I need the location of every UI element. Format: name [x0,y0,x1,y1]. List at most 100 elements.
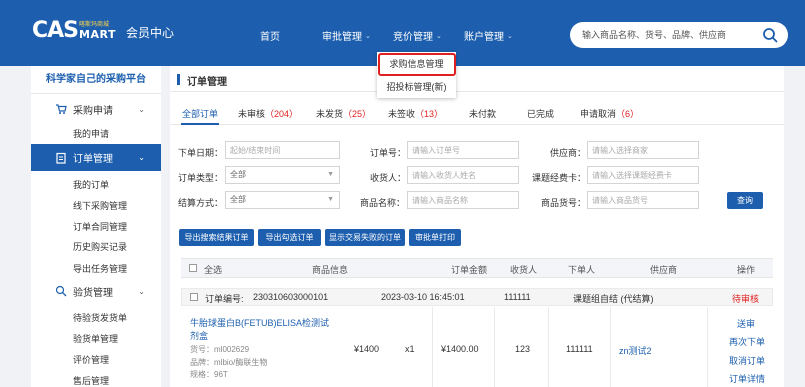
order-details-link[interactable]: 订单详情 [729,372,765,385]
order-checkbox[interactable] [190,293,198,301]
menu-item-tender-management[interactable]: 招投标管理(新) [377,77,456,97]
header-orderer: 下单人 [568,265,596,275]
nav-bidding[interactable]: 竞价管理 ⌄ [393,28,442,43]
product-price: ¥1400 [354,344,380,354]
order-amount: ¥1400.00 [441,344,479,354]
fund-card-label: 课题经费卡： [532,173,587,183]
receiver-input[interactable] [407,166,519,184]
tab-count: （13） [415,109,444,119]
caret-down-icon: ▼ [327,171,334,178]
highlight-box [378,53,456,76]
tab-count: （6） [616,109,640,119]
reorder-link[interactable]: 再次下单 [729,335,765,348]
search-icon[interactable] [762,27,778,43]
supplier-label: 供应商： [550,148,587,158]
tab-cancel-requests[interactable]: 申请取消（6） [580,107,639,120]
product-name-input[interactable] [407,191,519,209]
query-button[interactable]: 查询 [727,192,763,209]
export-search-results-button[interactable]: 导出搜索结果订单 [179,229,254,246]
sidebar-item-export-tasks[interactable]: 导出任务管理 [73,262,127,275]
order-date-input[interactable] [225,141,340,159]
submit-review-link[interactable]: 送审 [737,317,755,330]
sidebar-item-after-sales[interactable]: 售后管理 [73,374,109,387]
product-no-label: 商品货号： [541,198,587,208]
product-brand: 品牌：mlbio/酶联生物 [190,358,268,367]
nav-approval[interactable]: 审批管理 ⌄ [322,28,371,43]
order-no-label: 订单号： [370,148,407,158]
order-no-value: 230310603000101 [253,292,329,302]
sidebar-group-purchase[interactable]: 采购申请 ⌄ [31,98,161,120]
chevron-down-icon: ⌄ [138,286,145,296]
header-select-all: 全选 [204,265,223,275]
settle-method-select[interactable]: 全部 ▼ [225,191,340,209]
product-name-label: 商品名称： [360,198,406,208]
print-approval-button[interactable]: 审批单打印 [409,229,461,246]
order-type-select[interactable]: 全部 ▼ [225,166,340,184]
product-no-input[interactable] [587,191,699,209]
nav-home[interactable]: 首页 [260,28,280,43]
order-buyer: 111111 [566,344,593,354]
order-date-label: 下单日期： [178,148,224,158]
fund-card-input[interactable] [587,166,699,184]
logo-mark: CAS [32,18,79,43]
chevron-down-icon: ⌄ [436,32,442,40]
member-center-label: 会员中心 [125,25,174,40]
sidebar-item-purchase-history[interactable]: 历史购买记录 [73,240,127,253]
sidebar-item-pending-inspection[interactable]: 待验货发货单 [73,311,127,324]
page-title: 订单管理 [187,77,227,88]
sidebar-item-offline-purchase[interactable]: 线下采购管理 [73,199,127,212]
sidebar-item-my-orders[interactable]: 我的订单 [73,178,109,191]
sidebar-item-my-applications[interactable]: 我的申请 [73,127,109,140]
header-receiver: 收货人 [510,265,538,275]
sidebar-group-orders[interactable]: 订单管理 ⌄ [31,144,161,171]
select-all-checkbox[interactable] [189,264,197,272]
sidebar-item-reviews[interactable]: 评价管理 [73,353,109,366]
chevron-down-icon: ⌄ [365,32,371,40]
cart-icon [56,104,67,114]
sidebar-group-inspection[interactable]: 验货管理 ⌄ [31,280,161,302]
export-selected-button[interactable]: 导出勾选订单 [258,229,321,246]
order-type-label: 订单类型： [178,173,224,183]
order-datetime: 2023-03-10 16:45:01 [381,292,465,302]
casmart-logo[interactable]: CAS 喀斯玛商城 MART 会员中心 [32,20,174,42]
clipboard-icon [56,152,66,164]
active-tab-indicator [181,123,219,125]
supplier-link[interactable]: zn测试2 [619,344,652,357]
settle-method-label: 结算方式： [178,198,224,208]
header-order-amount: 订单金额 [451,265,488,275]
search-box [570,22,788,48]
order-no-label: 订单编号: [205,294,244,304]
order-receiver: 123 [515,344,531,354]
order-orderer: 111111 [504,292,531,302]
tab-completed[interactable]: 已完成 [527,107,554,120]
cancel-order-link[interactable]: 取消订单 [729,354,765,367]
chevron-down-icon: ⌄ [507,32,513,40]
order-no-input[interactable] [407,141,519,159]
header-supplier: 供应商 [650,265,678,275]
chevron-down-icon: ⌄ [138,104,145,114]
nav-account[interactable]: 账户管理 ⌄ [464,28,513,43]
panel-header: 订单管理 [170,66,784,92]
tab-unsigned[interactable]: 未签收（13） [388,107,443,120]
sidebar-item-inspection-orders[interactable]: 验货单管理 [73,332,118,345]
tab-all-orders[interactable]: 全部订单 [182,107,218,120]
table-header: 全选 商品信息 订单金额 收货人 下单人 供应商 操作 [181,258,773,278]
sidebar-item-order-contracts[interactable]: 订单合同管理 [73,220,127,233]
caret-down-icon: ▼ [327,196,334,203]
chevron-down-icon: ⌄ [138,153,145,162]
sidebar: 科学家自己的采购平台 采购申请 ⌄ 我的申请 订单管理 ⌄ 我的订单 线下采购管… [31,66,161,387]
search-input[interactable] [582,27,762,43]
show-failed-orders-button[interactable]: 显示交易失败的订单 [325,229,405,246]
logo-smart: MART [79,28,116,41]
product-name-link[interactable]: 牛胎球蛋白B(FETUB)ELISA检测试 剂盒 [190,316,329,342]
product-sku: 货号：ml002629 [190,345,250,354]
tab-unpaid[interactable]: 未付款 [469,107,496,120]
order-management-panel: 订单管理 全部订单 未审核（204） 未发货（25） 未签收（13） 未付款 已… [170,66,784,387]
tab-unshipped[interactable]: 未发货（25） [316,107,371,120]
inspect-icon [55,285,67,297]
tab-unreviewed[interactable]: 未审核（204） [238,107,298,120]
sidebar-title: 科学家自己的采购平台 [31,66,161,94]
order-header-row: 订单编号: 230310603000101 2023-03-10 16:45:0… [181,288,773,306]
order-fund-source: 课题组自结 (代结算) [573,294,654,304]
supplier-input[interactable] [587,141,699,159]
